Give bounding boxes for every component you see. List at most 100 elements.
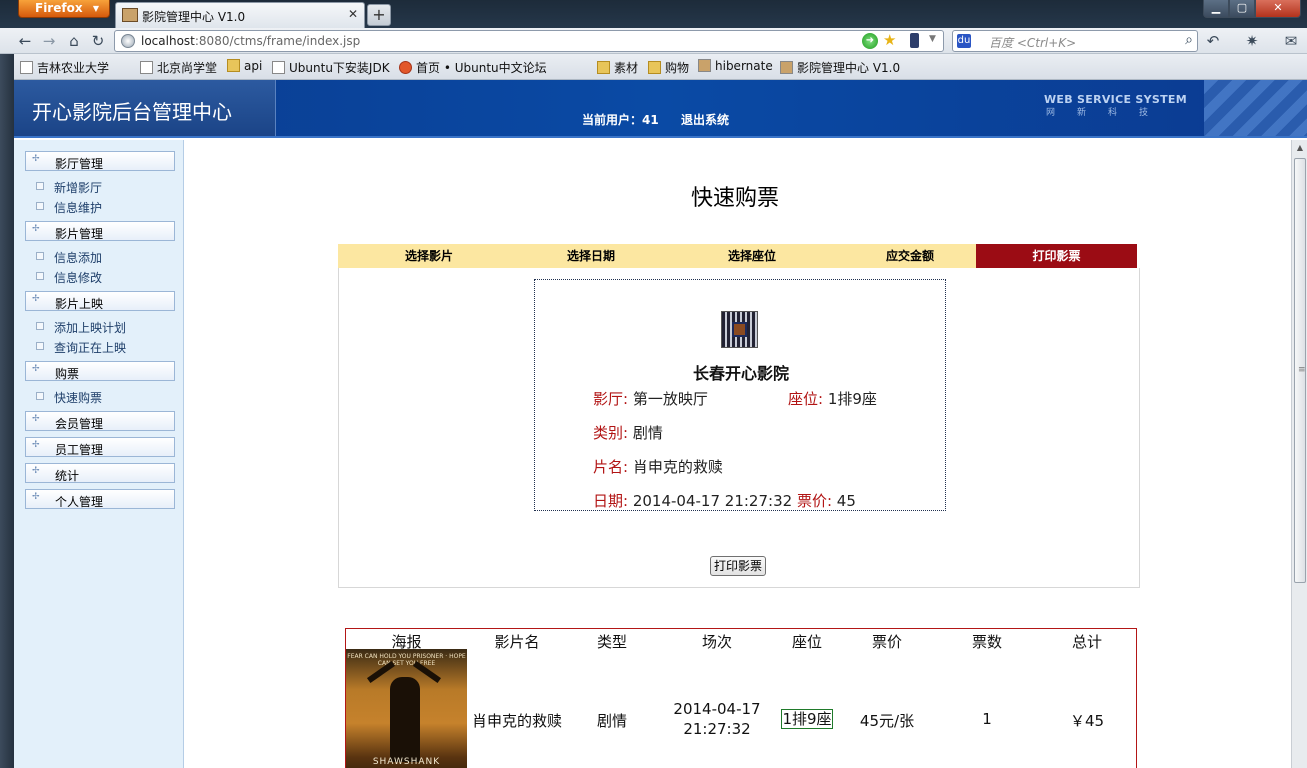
ticket-date-price: 日期: 2014-04-17 21:27:32 票价: 45 <box>593 492 856 510</box>
tab-favicon-icon <box>122 8 138 22</box>
ticket-type: 类别: 剧情 <box>593 424 663 442</box>
home-icon[interactable]: ⌂ <box>65 32 83 50</box>
scroll-up-icon[interactable]: ▲ <box>1292 140 1307 156</box>
bullet-icon <box>36 202 44 210</box>
col-header-price: 票价 <box>871 633 902 651</box>
bullet-icon <box>36 272 44 280</box>
step-select-seat: 选择座位 <box>727 249 776 263</box>
search-bar[interactable]: du 百度 <Ctrl+K> ⌕ <box>952 30 1198 52</box>
bookmark-star-icon[interactable]: ★ <box>883 31 896 49</box>
search-icon[interactable]: ⌕ <box>1185 32 1193 48</box>
logout-link[interactable]: 退出系统 <box>681 111 729 128</box>
bookmark-item[interactable]: hibernate <box>698 59 773 73</box>
tab-title: 影院管理中心 V1.0 <box>142 10 246 24</box>
bullet-icon <box>36 342 44 350</box>
sidebar-section-personal[interactable]: ✢ 个人管理 <box>25 489 175 509</box>
step-amount-due: 应交金额 <box>885 249 934 263</box>
maximize-window-button[interactable]: ▢ <box>1229 0 1255 18</box>
expand-icon: ✢ <box>32 294 40 304</box>
cell-count: 1 <box>982 710 992 728</box>
qr-code-icon <box>721 311 758 348</box>
navigation-toolbar: ← → ⌂ ↻ localhost:8080/ctms/frame/index.… <box>0 28 1307 54</box>
step-print-ticket: 打印影票 <box>976 244 1137 268</box>
bookmark-folder[interactable]: 素材 <box>597 59 638 76</box>
expand-icon: ✢ <box>32 364 40 374</box>
close-tab-icon[interactable]: ✕ <box>348 7 358 21</box>
go-arrow-icon[interactable]: ➜ <box>862 33 878 49</box>
reload-icon[interactable]: ↻ <box>89 32 107 50</box>
sidebar-section-hall[interactable]: ✢ 影厅管理 <box>25 151 175 171</box>
undo-icon[interactable]: ↶ <box>1204 32 1222 50</box>
sidebar-section-label: 影片上映 <box>55 297 104 311</box>
bookmark-folder[interactable]: 购物 <box>648 59 689 76</box>
sidebar-section-members[interactable]: ✢ 会员管理 <box>25 411 175 431</box>
expand-icon: ✢ <box>32 440 40 450</box>
firefox-menu-label: Firefox <box>35 1 83 15</box>
step-select-film: 选择影片 <box>404 249 453 263</box>
cell-session-date: 2014-04-17 <box>673 700 761 718</box>
forward-arrow-icon[interactable]: → <box>40 32 58 50</box>
minimize-window-button[interactable]: ▁ <box>1203 0 1229 18</box>
poster-tagline: FEAR CAN HOLD YOU PRISONER · HOPE CAN SE… <box>347 653 466 667</box>
new-tab-button[interactable]: + <box>367 4 391 26</box>
step-progress-bar: 选择影片 选择日期 选择座位 应交金额 打印影票 <box>338 244 1137 268</box>
sidebar-item-label: 添加上映计划 <box>54 321 127 335</box>
logo-area: 开心影院后台管理中心 <box>14 80 276 136</box>
desktop-edge <box>0 54 14 768</box>
expand-icon: ✢ <box>32 224 40 234</box>
bookmark-item[interactable]: 影院管理中心 V1.0 <box>780 59 900 76</box>
vertical-scrollbar[interactable]: ▲ ≡ <box>1291 140 1307 768</box>
search-engine-icon[interactable]: du <box>957 34 971 48</box>
sidebar-section-label: 员工管理 <box>55 443 104 457</box>
sidebar-item-label: 信息维护 <box>54 201 103 215</box>
cell-session-time: 21:27:32 <box>683 720 751 738</box>
bookmark-item[interactable]: Ubuntu下安装JDK <box>272 59 390 76</box>
bookmark-item[interactable]: 北京尚学堂 <box>140 59 217 76</box>
bullet-icon <box>36 252 44 260</box>
sidebar-section-stats[interactable]: ✢ 统计 <box>25 463 175 483</box>
firefox-menu-button[interactable]: Firefox ▼ <box>18 0 110 18</box>
bookmark-item[interactable]: 吉林农业大学 <box>20 59 109 76</box>
ticket-hall: 影厅: 第一放映厅 <box>593 390 708 408</box>
col-header-film: 影片名 <box>494 633 540 651</box>
sidebar-item-label: 新增影厅 <box>54 181 103 195</box>
expand-icon: ✢ <box>32 492 40 502</box>
close-window-button[interactable]: ✕ <box>1255 0 1301 18</box>
step-select-date: 选择日期 <box>566 249 615 263</box>
col-header-seat: 座位 <box>791 633 822 651</box>
bookmark-folder[interactable]: api <box>227 59 262 73</box>
browser-tab[interactable]: 影院管理中心 V1.0 ✕ <box>115 2 365 28</box>
address-bar[interactable]: localhost:8080/ctms/frame/index.jsp ➜ ★ … <box>114 30 944 52</box>
sidebar-section-staff[interactable]: ✢ 员工管理 <box>25 437 175 457</box>
sidebar-section-film[interactable]: ✢ 影片管理 <box>25 221 175 241</box>
chat-icon[interactable]: ✉ <box>1282 32 1300 50</box>
expand-icon: ✢ <box>32 466 40 476</box>
sidebar-section-label: 影片管理 <box>55 227 104 241</box>
sidebar-section-screening[interactable]: ✢ 影片上映 <box>25 291 175 311</box>
app-header: 开心影院后台管理中心 当前用户：41 退出系统 WEB SERVICE SYST… <box>14 80 1307 138</box>
browser-title-bar: Firefox ▼ 影院管理中心 V1.0 ✕ + ▁ ▢ ✕ <box>0 0 1307 28</box>
mobile-icon[interactable] <box>910 33 919 48</box>
app-logo: 开心影院后台管理中心 <box>32 100 232 124</box>
col-header-count: 票数 <box>971 633 1002 651</box>
keyboard-banner-image <box>1204 80 1307 136</box>
scrollbar-thumb[interactable]: ≡ <box>1294 158 1306 583</box>
sidebar-section-label: 个人管理 <box>55 495 104 509</box>
bookmark-item[interactable]: 首页 • Ubuntu中文论坛 <box>399 59 547 76</box>
bullet-icon <box>36 182 44 190</box>
poster-title: SHAWSHANK <box>372 757 441 767</box>
sidebar-section-tickets[interactable]: ✢ 购票 <box>25 361 175 381</box>
main-content: 快速购票 选择影片 选择日期 选择座位 应交金额 打印影票 长春开心影院 影厅:… <box>185 140 1291 768</box>
film-poster-image: FEAR CAN HOLD YOU PRISONER · HOPE CAN SE… <box>346 649 467 768</box>
sidebar-section-label: 统计 <box>55 469 80 483</box>
back-arrow-icon[interactable]: ← <box>16 32 34 50</box>
site-identity-icon[interactable] <box>121 34 135 48</box>
addon-icon[interactable]: ✷ <box>1243 32 1261 50</box>
cell-type: 剧情 <box>596 712 627 730</box>
print-ticket-button[interactable]: 打印影票 <box>710 556 767 576</box>
address-url: localhost:8080/ctms/frame/index.jsp <box>141 34 361 48</box>
sidebar-item-label: 快速购票 <box>54 391 103 405</box>
history-dropdown-icon[interactable]: ▼ <box>929 34 936 44</box>
sidebar-item-label: 信息修改 <box>54 271 103 285</box>
sidebar-section-label: 影厅管理 <box>55 157 104 171</box>
